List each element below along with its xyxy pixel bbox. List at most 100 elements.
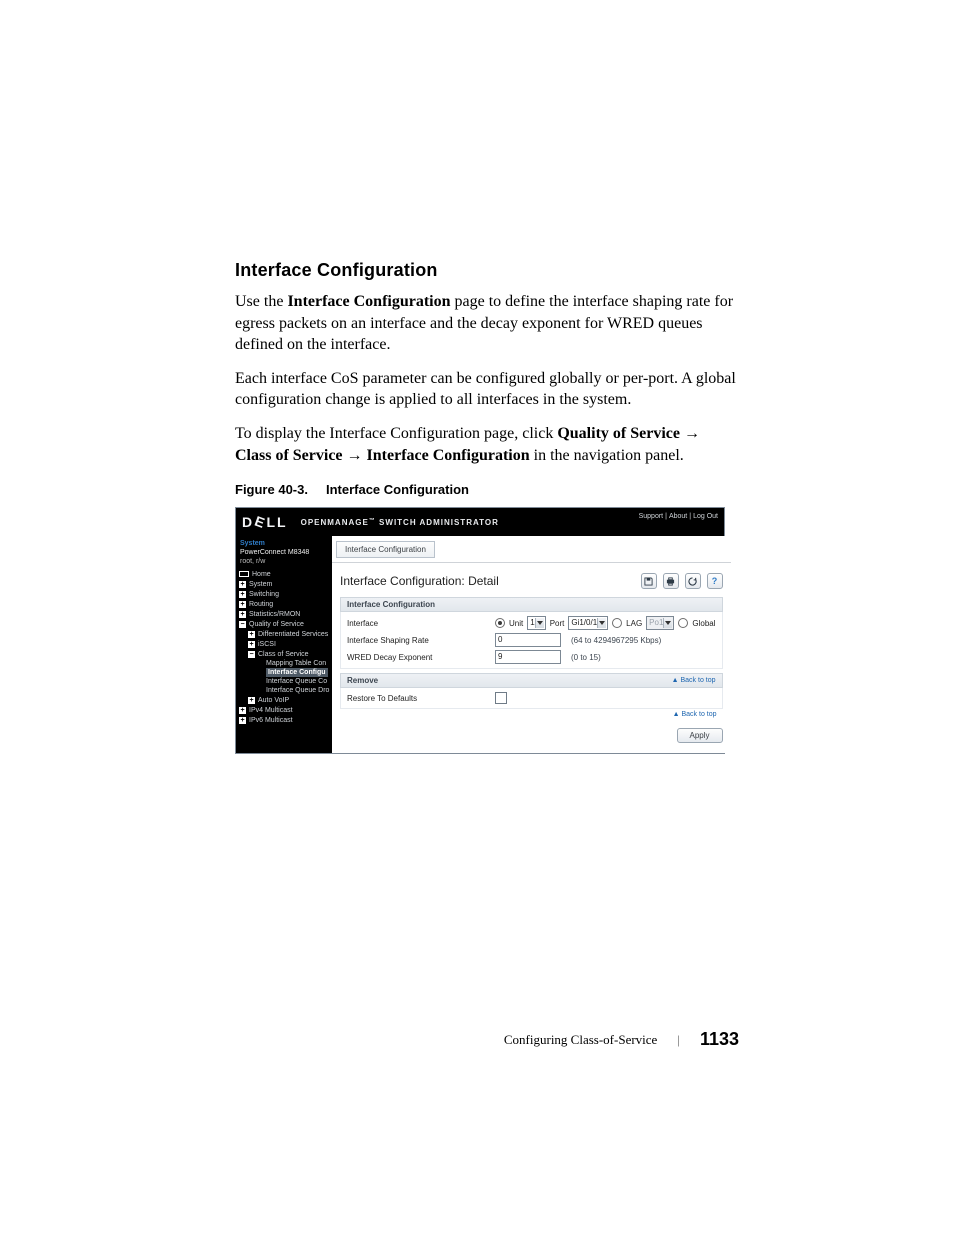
remove-grid: Restore To Defaults: [340, 688, 723, 709]
unit-label: Unit: [509, 619, 523, 628]
nav-label: Class of Service: [258, 650, 309, 659]
nav-item-diffserv[interactable]: Differentiated Services: [236, 629, 332, 639]
nav-item-ifcfg[interactable]: Interface Configu: [236, 668, 332, 677]
figcap-title: Interface Configuration: [326, 482, 469, 497]
screenshot: D E L L OPENMANAGE™ SWITCH ADMINISTRATOR…: [235, 507, 725, 754]
page-number: 1133: [700, 1029, 739, 1050]
lag-label: LAG: [626, 619, 642, 628]
logo-l2: L: [277, 514, 287, 530]
row-wred-value: 9 (0 to 15): [495, 650, 716, 664]
save-icon[interactable]: [641, 573, 657, 589]
nav-item-system[interactable]: System: [236, 579, 332, 589]
section-interface-config: Interface Configuration: [340, 597, 723, 612]
top-links: Support|About|Log Out: [639, 513, 718, 520]
expand-icon[interactable]: [239, 581, 246, 588]
nav-tree: System PowerConnect M8348 root, r/w Home…: [236, 536, 332, 753]
restore-value: [495, 692, 716, 704]
breadcrumb: Interface Configuration: [332, 536, 731, 563]
p3-d: Interface Configuration: [367, 447, 530, 464]
nav-item-ipv6mc[interactable]: IPv6 Multicast: [236, 715, 332, 725]
row-wred-label: WRED Decay Exponent: [347, 653, 487, 662]
radio-unit[interactable]: [495, 618, 505, 628]
nav-label: Mapping Table Con: [266, 659, 326, 668]
print-icon[interactable]: [663, 573, 679, 589]
row-shaping-label: Interface Shaping Rate: [347, 636, 487, 645]
row-interface-label: Interface: [347, 619, 487, 628]
p3-e: in the navigation panel.: [530, 447, 684, 464]
section-heading: Interface Configuration: [235, 260, 740, 281]
refresh-icon[interactable]: [685, 573, 701, 589]
radio-global[interactable]: [678, 618, 688, 628]
nav-item-qos[interactable]: Quality of Service: [236, 619, 332, 629]
p3-a: To display the Interface Configuration p…: [235, 425, 557, 442]
collapse-icon[interactable]: [239, 621, 246, 628]
p3-c: Class of Service: [235, 447, 343, 464]
link-support[interactable]: Support: [639, 513, 664, 520]
brand-logo: D E L L: [242, 514, 287, 530]
nav-item-mapping[interactable]: Mapping Table Con: [236, 659, 332, 668]
shaping-input[interactable]: 0: [495, 633, 561, 647]
paragraph-3: To display the Interface Configuration p…: [235, 423, 740, 466]
appname-a: OPENMANAGE: [301, 518, 369, 527]
collapse-icon[interactable]: [248, 651, 255, 658]
nav-item-iscsi[interactable]: iSCSI: [236, 639, 332, 649]
restore-checkbox[interactable]: [495, 692, 507, 704]
nav-item-routing[interactable]: Routing: [236, 599, 332, 609]
nav-item-ipv4mc[interactable]: IPv4 Multicast: [236, 705, 332, 715]
nav-label: System: [249, 580, 272, 589]
section-label: Interface Configuration: [347, 600, 435, 609]
back-to-top-row: ▲ Back to top: [332, 709, 731, 722]
expand-icon[interactable]: [248, 641, 255, 648]
expand-icon[interactable]: [239, 707, 246, 714]
port-select[interactable]: Gi1/0/1: [568, 616, 608, 630]
unit-select[interactable]: 1: [527, 616, 545, 630]
nav-item-stats[interactable]: Statistics/RMON: [236, 609, 332, 619]
help-icon[interactable]: ?: [707, 573, 723, 589]
toolbar: ?: [641, 573, 723, 589]
nav-home[interactable]: Home: [236, 569, 332, 579]
p1-a: Use the: [235, 293, 287, 310]
nav-label: IPv6 Multicast: [249, 716, 293, 725]
back-to-top-link[interactable]: ▲Back to top: [672, 677, 716, 684]
nav-item-autovoip[interactable]: Auto VoIP: [236, 695, 332, 705]
nav-label: Auto VoIP: [258, 696, 289, 705]
link-logout[interactable]: Log Out: [693, 513, 718, 520]
logo-d: D: [242, 514, 253, 530]
nav-system-label: System: [236, 539, 332, 548]
section-remove: Remove ▲Back to top: [340, 673, 723, 688]
page-footer: Configuring Class-of-Service | 1133: [504, 1029, 739, 1050]
nav-label: IPv4 Multicast: [249, 706, 293, 715]
logo-e: E: [252, 513, 267, 532]
back-to-top-text: Back to top: [681, 677, 716, 684]
nav-item-ifqco[interactable]: Interface Queue Co: [236, 677, 332, 686]
p3-b: Quality of Service: [557, 425, 680, 442]
back-to-top-link-2[interactable]: Back to top: [682, 711, 717, 718]
nav-label: iSCSI: [258, 640, 276, 649]
footer-label: Configuring Class-of-Service: [504, 1032, 657, 1048]
nav-label-active: Interface Configu: [266, 668, 328, 677]
app-topbar: D E L L OPENMANAGE™ SWITCH ADMINISTRATOR…: [236, 508, 724, 536]
link-about[interactable]: About: [669, 513, 687, 520]
nav-label: Switching: [249, 590, 279, 599]
p1-b: Interface Configuration: [287, 293, 450, 310]
appname-b: SWITCH ADMINISTRATOR: [376, 518, 499, 527]
wred-input[interactable]: 9: [495, 650, 561, 664]
expand-icon[interactable]: [239, 591, 246, 598]
expand-icon[interactable]: [248, 631, 255, 638]
nav-label: Interface Queue Co: [266, 677, 327, 686]
restore-label: Restore To Defaults: [347, 694, 487, 703]
breadcrumb-tab[interactable]: Interface Configuration: [336, 541, 435, 558]
expand-icon[interactable]: [248, 697, 255, 704]
expand-icon[interactable]: [239, 601, 246, 608]
expand-icon[interactable]: [239, 611, 246, 618]
expand-icon[interactable]: [239, 717, 246, 724]
nav-label: Quality of Service: [249, 620, 304, 629]
nav-item-ifqdr[interactable]: Interface Queue Dro: [236, 686, 332, 695]
nav-item-cos[interactable]: Class of Service: [236, 649, 332, 659]
apply-button[interactable]: Apply: [677, 728, 723, 743]
radio-lag[interactable]: [612, 618, 622, 628]
home-icon: [239, 571, 249, 577]
lag-select[interactable]: Po1: [646, 616, 674, 630]
nav-home-label: Home: [252, 570, 271, 579]
nav-item-switching[interactable]: Switching: [236, 589, 332, 599]
